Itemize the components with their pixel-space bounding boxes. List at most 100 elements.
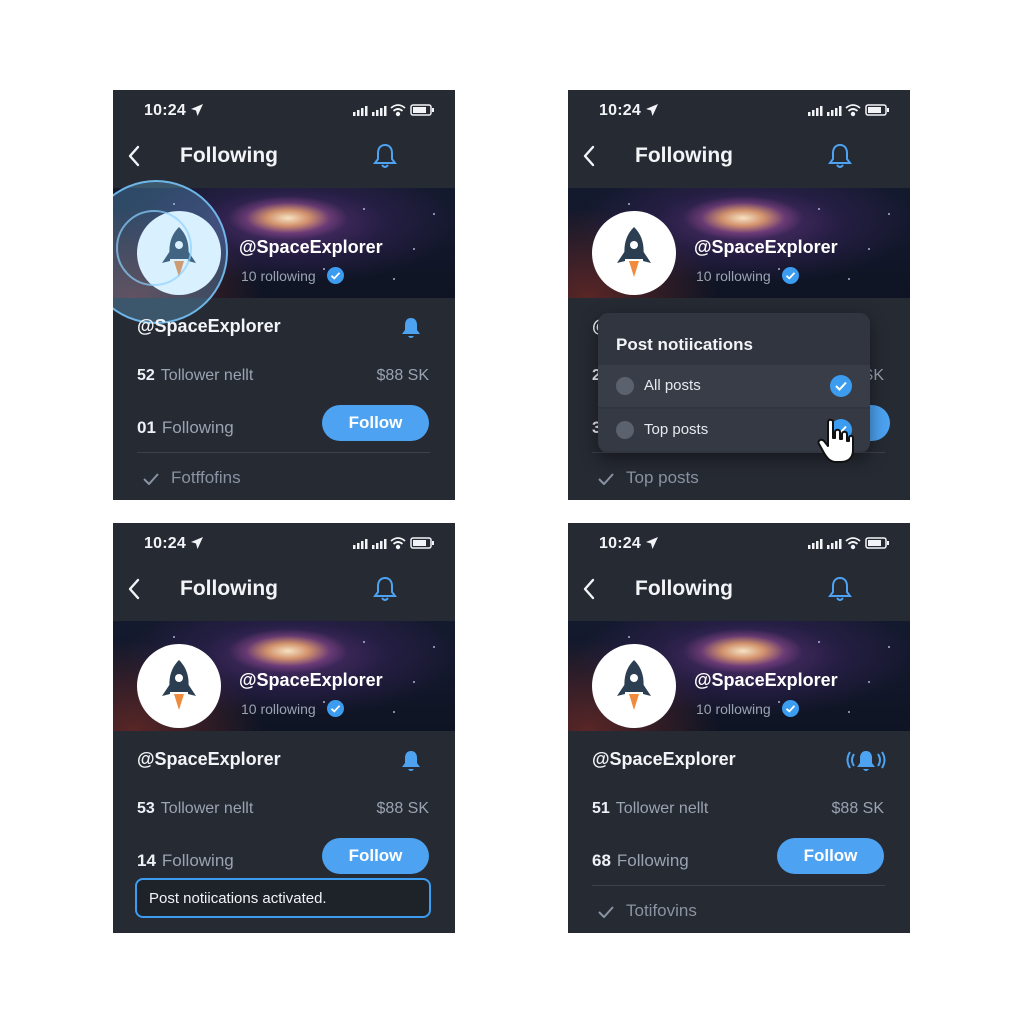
wifi-icon <box>390 104 406 117</box>
check-icon <box>143 472 159 485</box>
profile-handle: @SpaceExplorer <box>592 749 736 769</box>
menu-option-label: Top posts <box>644 421 709 438</box>
cursor-hand-icon <box>817 418 854 463</box>
check-icon <box>598 905 614 918</box>
signal-icon <box>353 106 368 116</box>
signal-icon <box>372 106 387 116</box>
wifi-icon <box>845 104 861 117</box>
battery-icon <box>865 104 889 116</box>
banner-handle: @SpaceExplorer <box>239 237 383 257</box>
followers-stat: 52 Tollower nellt <box>137 367 254 384</box>
following-stat: 01 Following <box>137 418 234 437</box>
bell-icon[interactable] <box>400 316 422 340</box>
status-time: 10:24 <box>599 102 641 119</box>
avatar[interactable] <box>592 644 676 728</box>
following-count-sub: 10 rollowing <box>241 268 316 284</box>
followers-stat: 51 Tollower nellt <box>592 800 709 817</box>
rocket-icon <box>162 660 196 710</box>
nav-bar: Following <box>568 134 910 178</box>
banner-handle: @SpaceExplorer <box>694 670 838 690</box>
follow-button[interactable]: Follow <box>322 838 429 874</box>
system-status-icons <box>353 104 434 117</box>
signal-icon <box>353 539 368 549</box>
signal-icon <box>808 539 823 549</box>
screen-3: 10:24 Following @SpaceExplorer 10 rollow… <box>113 523 455 933</box>
check-icon <box>830 375 852 397</box>
divider <box>592 885 885 886</box>
bottom-option[interactable]: Top posts <box>598 468 699 488</box>
profile-handle: @SpaceExplorer <box>137 316 281 336</box>
stat-value-right: $88 SK <box>376 367 429 384</box>
battery-icon <box>410 537 434 549</box>
system-status-icons <box>808 104 889 117</box>
battery-icon <box>865 537 889 549</box>
divider <box>137 452 430 453</box>
following-count-sub: 10 rollowing <box>696 268 771 284</box>
signal-icon <box>827 539 842 549</box>
screen-1: 10:24 Following @SpaceExplorer 10 rollow… <box>113 90 455 500</box>
signal-icon <box>808 106 823 116</box>
signal-icon <box>372 539 387 549</box>
verified-icon <box>327 267 344 284</box>
wifi-icon <box>390 537 406 550</box>
stat-value-right: $88 SK <box>831 800 884 817</box>
avatar[interactable] <box>137 644 221 728</box>
followers-stat: 53 Tollower nellt <box>137 800 254 817</box>
toast-message: Post notiications activated. <box>149 890 327 907</box>
status-bar: 10:24 <box>113 90 455 130</box>
rocket-icon <box>617 660 651 710</box>
status-time: 10:24 <box>144 535 186 552</box>
avatar[interactable] <box>592 211 676 295</box>
profile-handle: @SpaceExplorer <box>137 749 281 769</box>
bell-icon[interactable] <box>372 575 398 603</box>
following-count-sub: 10 rollowing <box>241 701 316 717</box>
check-icon <box>598 472 614 485</box>
banner-handle: @SpaceExplorer <box>239 670 383 690</box>
following-stat: 14 Following <box>137 851 234 870</box>
signal-icon <box>827 106 842 116</box>
follow-button[interactable]: Follow <box>322 405 429 441</box>
status-time: 10:24 <box>144 102 186 119</box>
back-chevron-icon[interactable] <box>127 577 141 601</box>
back-chevron-icon[interactable] <box>582 577 596 601</box>
back-chevron-icon[interactable] <box>582 144 596 168</box>
following-stat: 68 Following <box>592 851 689 870</box>
banner-handle: @SpaceExplorer <box>694 237 838 257</box>
location-arrow-icon <box>191 537 203 549</box>
bell-icon[interactable] <box>827 575 853 603</box>
bell-icon[interactable] <box>827 142 853 170</box>
nav-bar: Following <box>113 134 455 178</box>
status-time: 10:24 <box>599 535 641 552</box>
verified-icon <box>782 700 799 717</box>
stat-value-right: $88 SK <box>376 800 429 817</box>
toast-notification: Post notiications activated. <box>135 878 431 918</box>
system-status-icons <box>808 537 889 550</box>
radio-icon <box>616 377 634 395</box>
radio-icon <box>616 421 634 439</box>
nav-bar: Following <box>113 567 455 611</box>
screen-4: 10:24 Following @SpaceExplorer 10 rollow… <box>568 523 910 933</box>
tap-highlight-inner <box>116 210 192 286</box>
back-chevron-icon[interactable] <box>127 144 141 168</box>
system-status-icons <box>353 537 434 550</box>
bottom-option[interactable]: Fotffofins <box>143 468 241 488</box>
follow-button[interactable]: Follow <box>777 838 884 874</box>
status-bar: 10:24 <box>568 523 910 563</box>
status-bar: 10:24 <box>113 523 455 563</box>
bell-icon[interactable] <box>372 142 398 170</box>
location-arrow-icon <box>191 104 203 116</box>
location-arrow-icon <box>646 104 658 116</box>
verified-icon <box>782 267 799 284</box>
battery-icon <box>410 104 434 116</box>
menu-title: Post notiications <box>616 335 753 354</box>
bell-ringing-icon[interactable] <box>844 749 888 773</box>
nav-bar: Following <box>568 567 910 611</box>
following-count-sub: 10 rollowing <box>696 701 771 717</box>
page-title: Following <box>635 577 733 600</box>
bell-icon[interactable] <box>400 749 422 773</box>
menu-option-label: All posts <box>644 377 701 394</box>
bottom-option[interactable]: Totifovins <box>598 901 697 921</box>
screen-2: 10:24 Following @SpaceExplorer 10 rollow… <box>568 90 910 500</box>
menu-option-all-posts[interactable]: All posts <box>598 365 870 407</box>
status-bar: 10:24 <box>568 90 910 130</box>
